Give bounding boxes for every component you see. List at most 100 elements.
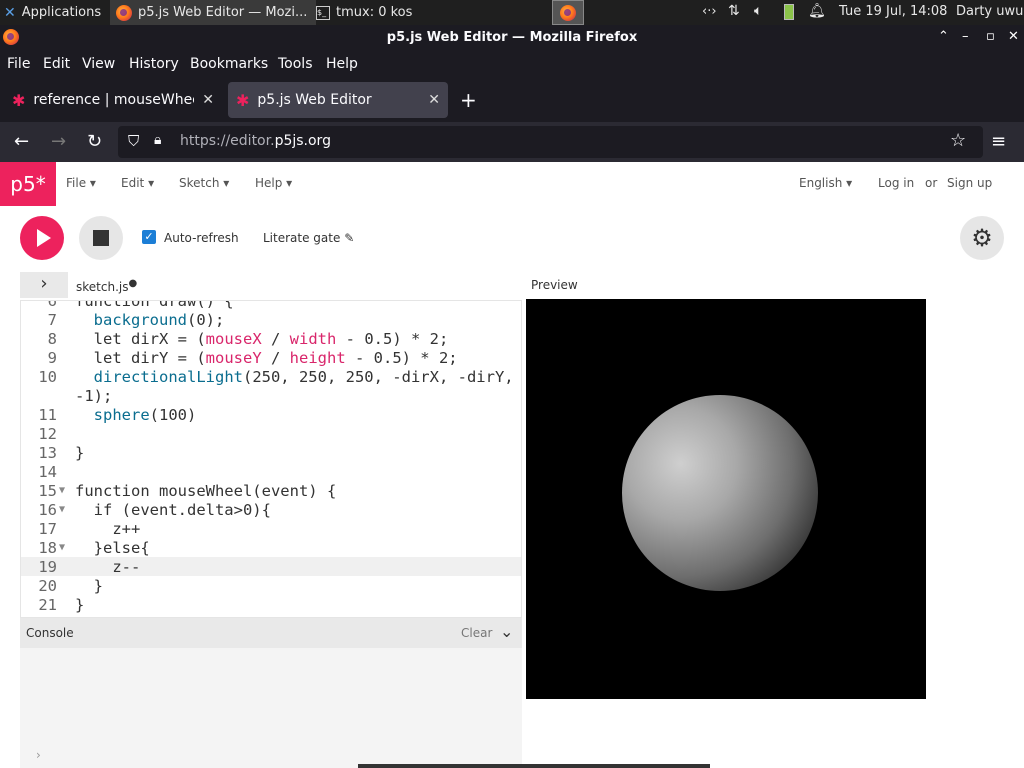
menu-bar: File Edit View History Bookmarks Tools H… bbox=[0, 51, 1024, 78]
bookmark-star-icon[interactable]: ☆ bbox=[950, 130, 966, 151]
sketch-name[interactable]: Literate gate ✎ bbox=[263, 231, 354, 245]
or-text: or bbox=[925, 176, 938, 190]
line-number: 6 bbox=[47, 300, 57, 310]
back-icon[interactable]: ← bbox=[14, 131, 29, 152]
p5-favicon-icon: ✱ bbox=[12, 90, 26, 110]
menu-help[interactable]: Help bbox=[326, 56, 358, 72]
hamburger-menu-icon[interactable]: ≡ bbox=[991, 131, 1006, 152]
p5-menu-sketch[interactable]: Sketch ▾ bbox=[179, 176, 229, 190]
login-link[interactable]: Log in bbox=[878, 176, 914, 190]
notification-icon[interactable]: 🔔︎ bbox=[808, 3, 826, 19]
tab-label: p5.js Web Editor bbox=[257, 92, 372, 108]
file-tab[interactable]: sketch.js● bbox=[76, 278, 137, 294]
volume-icon[interactable]: 🔈︎ bbox=[754, 3, 762, 19]
console-title: Console bbox=[26, 626, 74, 640]
menu-edit[interactable]: Edit bbox=[43, 56, 70, 72]
code-line: function draw() { bbox=[75, 300, 234, 310]
url-bar[interactable]: ⛉ 🔒︎ https://editor.p5js.org ☆ bbox=[118, 126, 983, 158]
stop-button[interactable] bbox=[79, 216, 123, 260]
line-number: 7 bbox=[47, 311, 57, 329]
new-tab-icon[interactable]: + bbox=[460, 88, 477, 112]
rendered-sphere bbox=[622, 395, 818, 591]
code-line: directionalLight(250, 250, 250, -dirX, -… bbox=[93, 368, 514, 386]
code-line: if (event.delta>0){ bbox=[75, 501, 271, 519]
code-line: }else{ bbox=[75, 539, 150, 557]
chevron-down-icon[interactable]: ⌄ bbox=[500, 622, 513, 641]
console-prompt-icon[interactable]: › bbox=[36, 748, 41, 762]
minimize-icon[interactable]: ⌃ bbox=[938, 29, 949, 44]
sketch-toolbar: ✓ Auto-refresh Literate gate ✎ ⚙ bbox=[0, 206, 1024, 270]
user-menu[interactable]: Darty uwu bbox=[956, 4, 1023, 19]
horizontal-scrollbar[interactable] bbox=[358, 764, 710, 768]
line-number: 14 bbox=[38, 463, 57, 481]
maximize-icon[interactable]: ▫ bbox=[986, 29, 995, 44]
code-line: } bbox=[75, 577, 103, 595]
p5-menu-edit[interactable]: Edit ▾ bbox=[121, 176, 154, 190]
code-line: let dirX = (mouseX / width - 0.5) * 2; bbox=[75, 330, 449, 348]
menu-history[interactable]: History bbox=[129, 56, 179, 72]
close-icon[interactable]: ✕ bbox=[1008, 29, 1019, 44]
tab-close-icon[interactable]: ✕ bbox=[202, 92, 214, 108]
line-number: 19 bbox=[38, 558, 57, 576]
firefox-icon bbox=[560, 4, 576, 21]
p5-header: p5* File ▾ Edit ▾ Sketch ▾ Help ▾ Englis… bbox=[0, 162, 1024, 207]
tab-label: reference | mouseWheel( bbox=[33, 92, 195, 108]
shield-icon[interactable]: ⛉ bbox=[128, 132, 139, 150]
sidebar-toggle-button[interactable]: › bbox=[20, 272, 68, 298]
p5-logo[interactable]: p5* bbox=[0, 162, 56, 206]
code-line: } bbox=[75, 444, 85, 462]
p5-menu-file[interactable]: File ▾ bbox=[66, 176, 96, 190]
transfer-icon[interactable]: ⇅ bbox=[728, 3, 740, 19]
tab-reference[interactable]: ✱ reference | mouseWheel( ✕ bbox=[4, 82, 222, 118]
line-number: 21 bbox=[38, 596, 57, 614]
line-number: 15 bbox=[38, 482, 57, 500]
terminal-icon: $_ bbox=[316, 5, 330, 20]
console-clear-button[interactable]: Clear bbox=[461, 626, 492, 640]
battery-icon[interactable] bbox=[784, 4, 794, 20]
forward-icon[interactable]: → bbox=[51, 131, 66, 152]
play-button[interactable] bbox=[20, 216, 64, 260]
signup-link[interactable]: Sign up bbox=[947, 176, 992, 190]
line-number: 10 bbox=[38, 368, 57, 386]
menu-bookmarks[interactable]: Bookmarks bbox=[190, 56, 268, 72]
settings-gear-icon[interactable]: ⚙ bbox=[960, 216, 1004, 260]
line-number: 9 bbox=[47, 349, 57, 367]
url-prefix: https://editor. bbox=[180, 133, 275, 149]
line-number: 11 bbox=[38, 406, 57, 424]
url-text[interactable]: https://editor.p5js.org bbox=[180, 133, 331, 149]
language-select[interactable]: English ▾ bbox=[799, 176, 852, 190]
xfce-icon: ✕ bbox=[4, 4, 16, 21]
lock-icon[interactable]: 🔒︎ bbox=[154, 132, 161, 148]
taskbar-item-terminal[interactable]: $_ tmux: 0 kos bbox=[312, 0, 512, 25]
firefox-launcher[interactable] bbox=[552, 0, 584, 25]
menu-file[interactable]: File bbox=[7, 56, 30, 72]
fold-arrow-icon[interactable]: ▼ bbox=[59, 542, 65, 553]
network-icon[interactable]: ‹·› bbox=[702, 4, 717, 19]
clock[interactable]: Tue 19 Jul, 14:08 bbox=[839, 4, 947, 19]
p5-menu-help[interactable]: Help ▾ bbox=[255, 176, 292, 190]
fold-arrow-icon[interactable]: ▼ bbox=[59, 485, 65, 496]
code-editor[interactable]: 6 function draw() {7 background(0); 8 let … bbox=[20, 300, 522, 618]
menu-view[interactable]: View bbox=[82, 56, 115, 72]
console-panel: Console Clear ⌄ › bbox=[20, 618, 522, 768]
tab-close-icon[interactable]: ✕ bbox=[428, 92, 440, 108]
taskbar-item-firefox[interactable]: p5.js Web Editor — Mozi... bbox=[110, 0, 316, 25]
tab-p5-editor[interactable]: ✱ p5.js Web Editor ✕ bbox=[228, 82, 448, 118]
line-number: 20 bbox=[38, 577, 57, 595]
menu-tools[interactable]: Tools bbox=[278, 56, 313, 72]
preview-canvas[interactable] bbox=[526, 299, 926, 699]
autorefresh-checkbox[interactable]: ✓ bbox=[142, 230, 156, 244]
applications-menu[interactable]: ✕ Applications bbox=[2, 0, 112, 25]
applications-label: Applications bbox=[21, 5, 102, 20]
reload-icon[interactable]: ↻ bbox=[87, 131, 102, 152]
autorefresh-label: Auto-refresh bbox=[164, 231, 239, 245]
line-number: 17 bbox=[38, 520, 57, 538]
console-header: Console Clear ⌄ bbox=[20, 618, 522, 648]
line-number: 12 bbox=[38, 425, 57, 443]
code-line: } bbox=[75, 596, 85, 614]
shade-icon[interactable]: – bbox=[962, 29, 969, 44]
taskbar-item-label: p5.js Web Editor — Mozi... bbox=[138, 5, 308, 20]
line-number: 16 bbox=[38, 501, 57, 519]
line-number: 18 bbox=[38, 539, 57, 557]
fold-arrow-icon[interactable]: ▼ bbox=[59, 504, 65, 515]
